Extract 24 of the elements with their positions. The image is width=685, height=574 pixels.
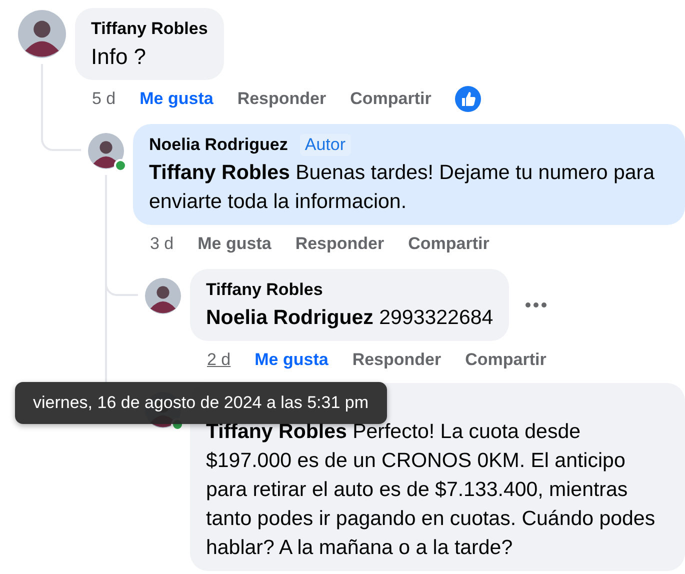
action-link[interactable]: Compartir [350, 89, 432, 109]
action-link[interactable]: Me gusta [198, 234, 272, 254]
avatar[interactable] [18, 10, 66, 58]
action-link[interactable]: Compartir [408, 234, 490, 254]
author-name[interactable]: Noelia Rodriguez [149, 135, 288, 155]
action-link[interactable]: Responder [295, 234, 384, 254]
avatar[interactable] [88, 133, 124, 169]
author-name[interactable]: Tiffany Robles [206, 280, 323, 300]
action-link[interactable]: Responder [352, 350, 442, 370]
comment-text: Tiffany Robles Buenas tardes! Dejame tu numero para enviarte toda la informacion. [149, 160, 656, 215]
avatar[interactable] [145, 278, 181, 314]
timestamp-link[interactable]: 5 d [92, 89, 116, 109]
author-name[interactable]: Tiffany Robles [91, 19, 208, 39]
action-link[interactable]: Responder [237, 89, 326, 109]
comment-text: Noelia Rodriguez 2993322684 [206, 305, 494, 331]
date-tooltip: viernes, 16 de agosto de 2024 a las 5:31 pm [15, 382, 387, 424]
timestamp-link[interactable]: 3 d [150, 234, 174, 254]
action-link[interactable]: Me gusta [254, 350, 328, 370]
author-badge: Autor [300, 134, 350, 156]
comment-text: Info ? [91, 43, 148, 71]
timestamp-link[interactable]: 2 d [207, 350, 231, 370]
action-link[interactable]: Compartir [465, 350, 546, 370]
more-icon[interactable] [525, 302, 548, 308]
action-link[interactable]: Me gusta [140, 89, 214, 109]
